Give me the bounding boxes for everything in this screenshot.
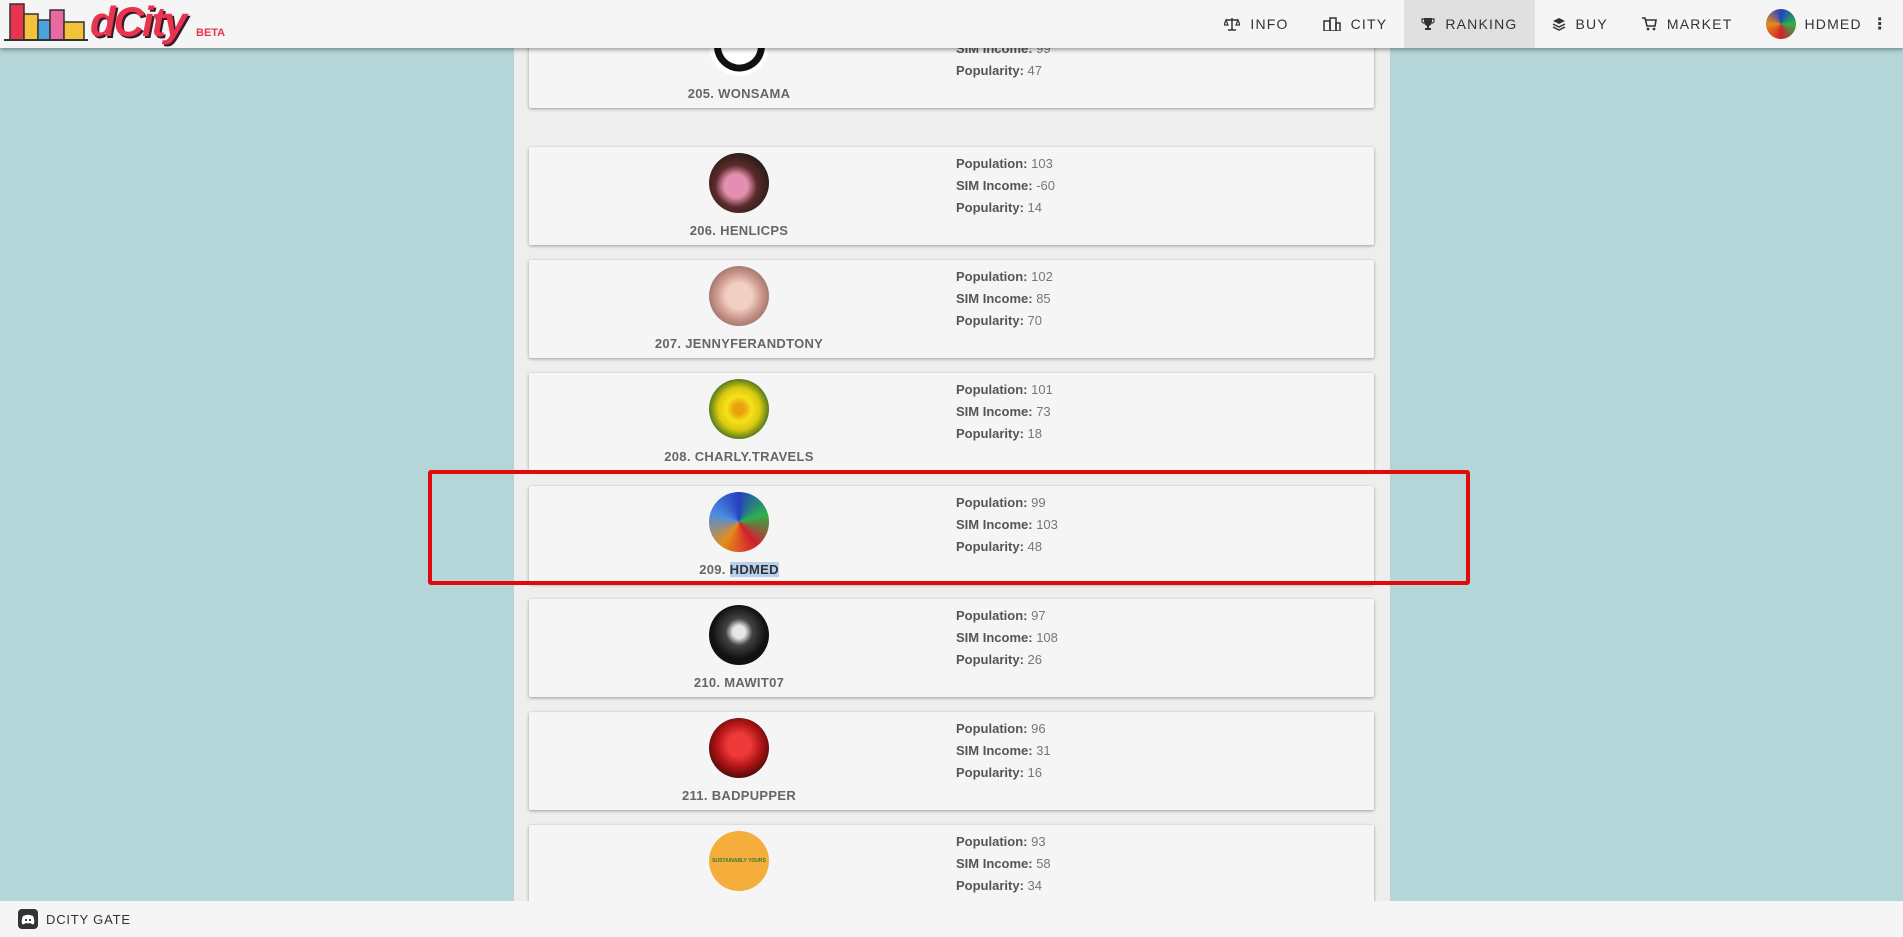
main-nav: INFO CITY RANKING BUY MARKET HDMED ⋮	[1207, 0, 1903, 48]
popularity-value: 14	[1027, 200, 1042, 215]
beta-badge: BETA	[196, 27, 226, 39]
trophy-icon	[1421, 18, 1435, 30]
highlight-annotation	[428, 470, 1470, 585]
layers-icon	[1552, 18, 1565, 31]
city-buildings-icon	[4, 3, 88, 41]
nav-market-label: MARKET	[1666, 16, 1733, 32]
sim-income-value: 31	[1036, 743, 1051, 758]
popularity-value: 70	[1027, 313, 1042, 328]
ranking-card[interactable]: 208. CHARLY.TRAVELS Population: 101 SIM …	[529, 373, 1374, 471]
stats: Population: 101 SIM Income: 73 Popularit…	[956, 382, 1053, 441]
stats: Population: 102 SIM Income: 85 Popularit…	[956, 269, 1053, 328]
footer-label: DCITY GATE	[46, 911, 131, 927]
sim-income-value: 108	[1036, 630, 1058, 645]
scale-icon	[1224, 18, 1241, 31]
username: 207. JENNYFERANDTONY	[654, 336, 824, 351]
top-app-bar: dCity BETA INFO CITY RANKING BUY MARKET …	[0, 0, 1903, 48]
cart-icon	[1641, 17, 1657, 31]
population-value: 97	[1031, 608, 1046, 623]
nav-ranking[interactable]: RANKING	[1404, 0, 1535, 48]
nav-username: HDMED	[1804, 16, 1862, 32]
popularity-value: 26	[1027, 652, 1042, 667]
sim-income-value: 85	[1036, 291, 1051, 306]
username: 205. WONSAMA	[687, 86, 791, 101]
population-value: 103	[1031, 156, 1053, 171]
population-value: 96	[1031, 721, 1046, 736]
ranking-card[interactable]: 211. BADPUPPER Population: 96 SIM Income…	[529, 712, 1374, 810]
avatar-text: SUSTAINABLY YOURS	[712, 858, 766, 864]
dcity-logo[interactable]: dCity BETA	[4, 0, 234, 48]
user-avatar: SUSTAINABLY YOURS	[709, 831, 769, 891]
popularity-value: 16	[1027, 765, 1042, 780]
ranking-card[interactable]: 210. MAWIT07 Population: 97 SIM Income: …	[529, 599, 1374, 697]
population-value: 93	[1031, 834, 1046, 849]
nav-info-label: INFO	[1250, 16, 1289, 32]
username: 211. BADPUPPER	[681, 788, 797, 803]
avatar	[1766, 9, 1797, 39]
popularity-value: 18	[1027, 426, 1042, 441]
nav-buy[interactable]: BUY	[1535, 0, 1625, 48]
username: 208. CHARLY.TRAVELS	[664, 449, 814, 464]
nav-info[interactable]: INFO	[1207, 0, 1305, 48]
ranking-card[interactable]: 207. JENNYFERANDTONY Population: 102 SIM…	[529, 260, 1374, 358]
nav-user-menu[interactable]: HDMED ⋮	[1749, 0, 1903, 48]
discord-icon	[18, 909, 38, 929]
nav-market[interactable]: MARKET	[1625, 0, 1750, 48]
population-value: 101	[1031, 382, 1053, 397]
user-avatar	[709, 605, 769, 665]
username: 210. MAWIT07	[693, 675, 785, 690]
population-value: 102	[1031, 269, 1053, 284]
city-icon	[1322, 17, 1341, 31]
nav-buy-label: BUY	[1575, 16, 1608, 32]
user-avatar	[709, 266, 769, 326]
stats: Population: 97 SIM Income: 108 Popularit…	[956, 608, 1058, 667]
nav-ranking-label: RANKING	[1445, 16, 1518, 32]
user-avatar	[709, 379, 769, 439]
dcity-gate-link[interactable]: DCITY GATE	[18, 909, 131, 929]
sim-income-value: 58	[1036, 856, 1051, 871]
username: 206. HENLICPS	[689, 223, 789, 238]
sim-income-value: -60	[1036, 178, 1055, 193]
user-avatar	[709, 153, 769, 213]
logo-wordmark: dCity	[90, 0, 187, 45]
nav-city-label: CITY	[1350, 16, 1388, 32]
footer-bar: DCITY GATE	[0, 901, 1903, 937]
popularity-value: 34	[1027, 878, 1042, 893]
ranking-card[interactable]: 206. HENLICPS Population: 103 SIM Income…	[529, 147, 1374, 245]
sim-income-value: 73	[1036, 404, 1051, 419]
nav-city[interactable]: CITY	[1306, 0, 1405, 48]
more-vert-icon[interactable]: ⋮	[1872, 14, 1889, 34]
stats: Population: 103 SIM Income: -60 Populari…	[956, 156, 1055, 215]
stats: Population: 96 SIM Income: 31 Popularity…	[956, 721, 1051, 780]
stats: Population: 93 SIM Income: 58 Popularity…	[956, 834, 1051, 893]
user-avatar	[709, 718, 769, 778]
popularity-value: 47	[1027, 63, 1042, 78]
